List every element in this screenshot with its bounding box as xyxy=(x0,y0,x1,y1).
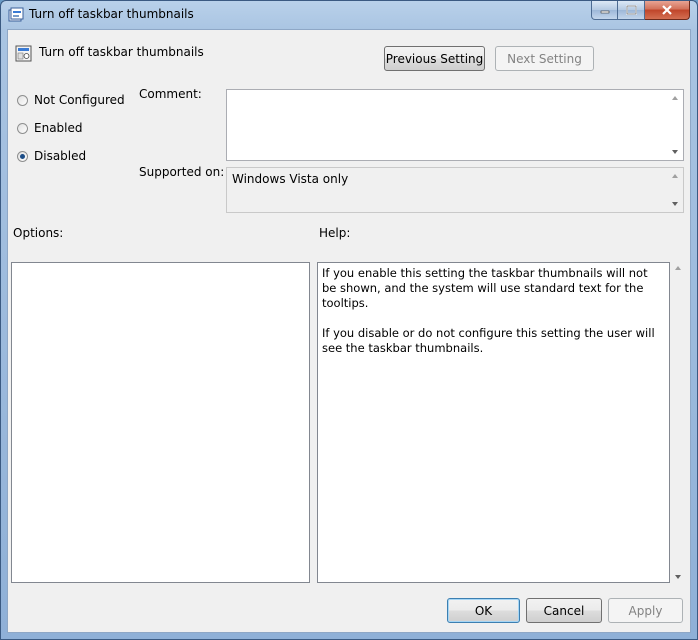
radio-label: Disabled xyxy=(34,149,87,163)
comment-textarea[interactable] xyxy=(226,89,684,161)
not-configured-radio[interactable]: Not Configured xyxy=(17,93,125,107)
next-setting-button[interactable]: Next Setting xyxy=(495,46,594,71)
supported-scrollbar[interactable] xyxy=(668,168,683,212)
supported-on-value: Windows Vista only xyxy=(232,172,349,186)
dialog-client-area: Turn off taskbar thumbnails Previous Set… xyxy=(7,29,691,633)
scroll-down-arrow-icon[interactable] xyxy=(672,150,678,154)
close-button[interactable] xyxy=(645,1,690,20)
supported-on-label: Supported on: xyxy=(139,165,225,179)
policy-editor-icon xyxy=(8,7,24,22)
help-paragraph: If you enable this setting the taskbar t… xyxy=(322,266,648,310)
scroll-up-arrow-icon[interactable] xyxy=(672,174,678,178)
options-panel[interactable] xyxy=(11,262,310,583)
comment-label: Comment: xyxy=(139,87,202,101)
help-scrollbar[interactable] xyxy=(671,262,686,583)
previous-setting-button[interactable]: Previous Setting xyxy=(384,46,485,71)
title-bar[interactable]: Turn off taskbar thumbnails xyxy=(1,1,697,29)
radio-selected-dot xyxy=(20,153,25,159)
radio-label: Enabled xyxy=(34,121,83,135)
setting-icon xyxy=(15,45,32,62)
supported-on-field: Windows Vista only xyxy=(226,167,684,213)
policy-dialog-window: Turn off taskbar thumbnails Turn off tas… xyxy=(0,0,698,640)
radio-button[interactable] xyxy=(17,94,28,106)
scroll-down-arrow-icon[interactable] xyxy=(672,202,678,206)
close-icon xyxy=(662,5,672,15)
enabled-radio[interactable]: Enabled xyxy=(17,121,83,135)
setting-title: Turn off taskbar thumbnails xyxy=(39,45,204,59)
radio-button-selected[interactable] xyxy=(17,150,28,162)
ok-button[interactable]: OK xyxy=(447,598,520,623)
window-title: Turn off taskbar thumbnails xyxy=(29,7,194,21)
scroll-down-arrow-icon[interactable] xyxy=(675,575,681,579)
apply-button[interactable]: Apply xyxy=(608,598,683,623)
disabled-radio[interactable]: Disabled xyxy=(17,149,86,163)
help-panel[interactable]: If you enable this setting the taskbar t… xyxy=(317,262,670,583)
comment-scrollbar[interactable] xyxy=(668,90,683,160)
maximize-button[interactable] xyxy=(618,1,645,20)
minimize-button[interactable] xyxy=(591,1,618,20)
help-paragraph: If you disable or do not configure this … xyxy=(322,326,655,355)
scroll-up-arrow-icon[interactable] xyxy=(672,96,678,100)
help-label: Help: xyxy=(319,226,351,240)
help-text: If you enable this setting the taskbar t… xyxy=(322,266,665,371)
minimize-icon xyxy=(600,10,609,14)
maximize-icon xyxy=(625,5,637,15)
cancel-button[interactable]: Cancel xyxy=(526,598,602,623)
scroll-up-arrow-icon[interactable] xyxy=(675,266,681,270)
radio-label: Not Configured xyxy=(34,93,125,107)
radio-button[interactable] xyxy=(17,122,28,134)
options-label: Options: xyxy=(13,226,64,240)
